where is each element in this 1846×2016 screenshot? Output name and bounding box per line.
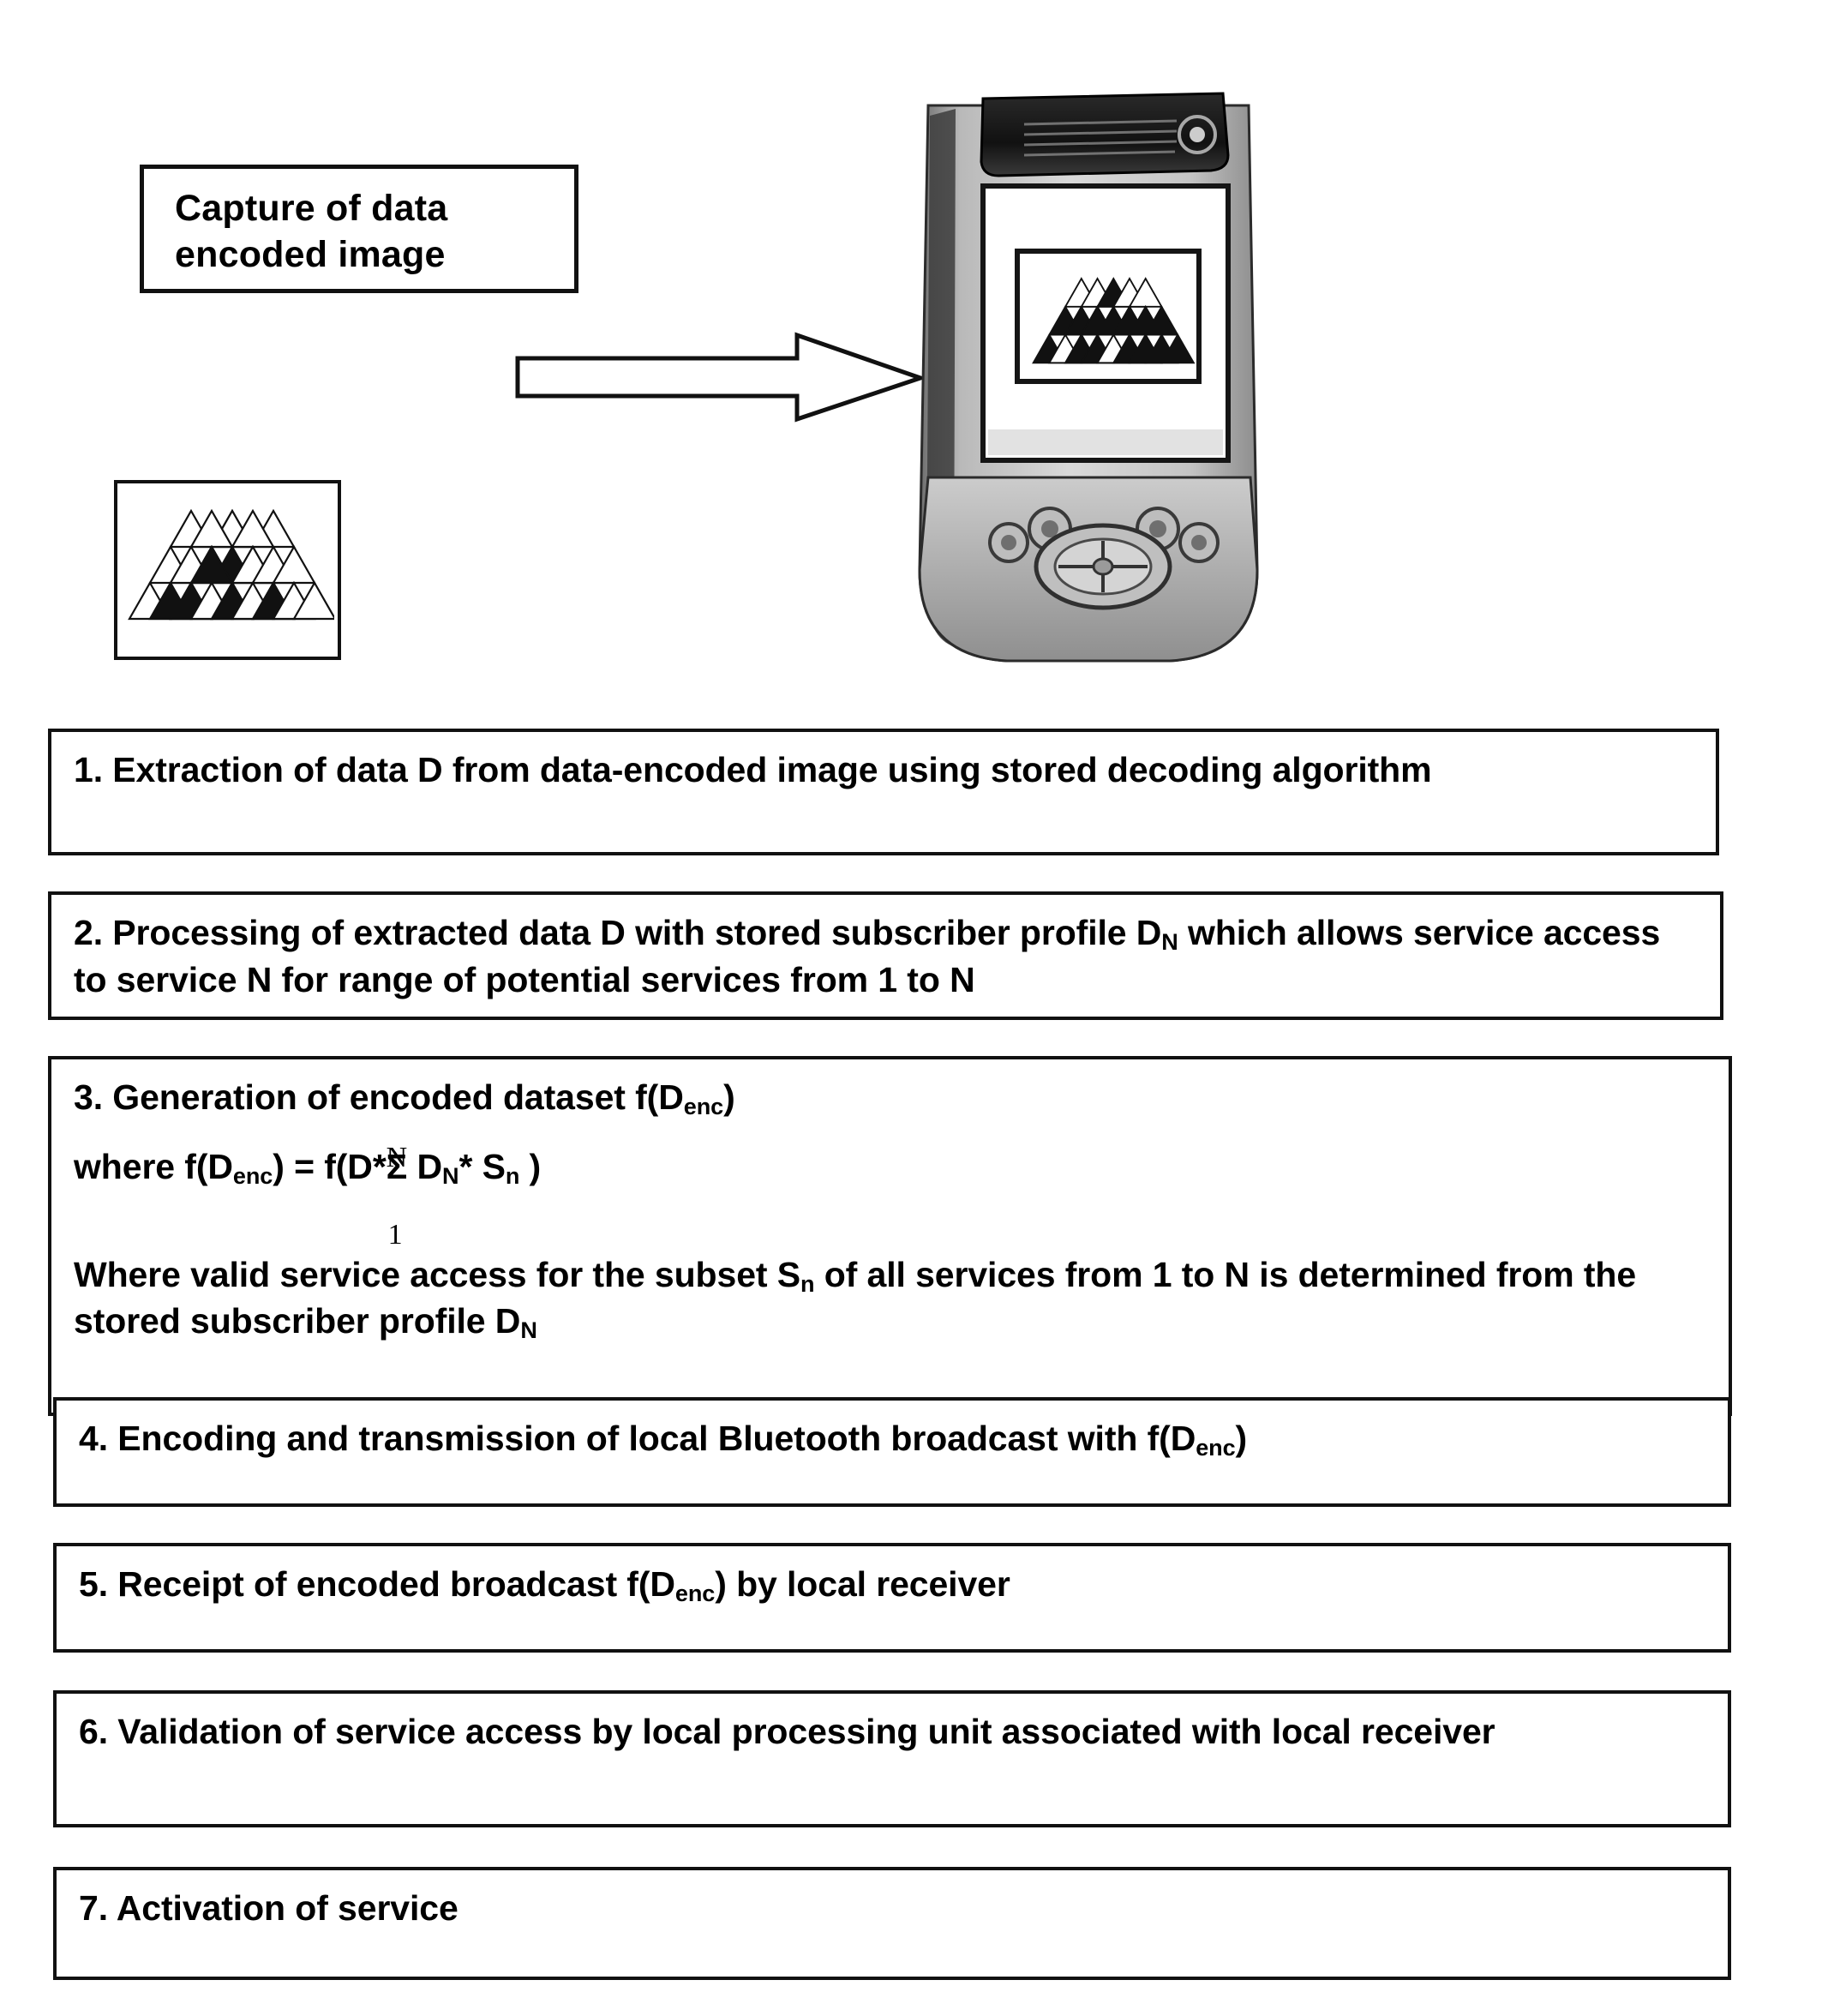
formula-close-paren: ): [519, 1146, 542, 1186]
formula-subscript-n-capital: N: [442, 1162, 459, 1189]
caption-box: Capture of data encoded image: [140, 165, 578, 293]
step-3-body-subscript-N: N: [520, 1317, 537, 1344]
step-box-4: 4. Encoding and transmission of local Bl…: [53, 1397, 1731, 1507]
step-6-text: 6. Validation of service access by local…: [79, 1712, 1495, 1751]
step-5-subscript-enc: enc: [674, 1580, 716, 1606]
step-box-2: 2. Processing of extracted data D with s…: [48, 891, 1723, 1020]
encoded-image-thumbnail-box: [114, 480, 341, 660]
caption-label: Capture of data encoded image: [175, 188, 448, 275]
step-7-text: 7. Activation of service: [79, 1888, 459, 1928]
step-box-3: 3. Generation of encoded dataset f(Denc)…: [48, 1056, 1732, 1416]
step-2-subscript-n: N: [1161, 928, 1178, 955]
step-5-text-suffix: ) by local receiver: [715, 1564, 1010, 1604]
step-3-heading-suffix: ): [723, 1077, 735, 1117]
step-5-text: 5. Receipt of encoded broadcast f(Denc) …: [79, 1562, 1709, 1609]
step-box-6: 6. Validation of service access by local…: [53, 1690, 1731, 1827]
formula-mid: ) = f(D*: [273, 1146, 387, 1186]
right-arrow-icon: [514, 330, 927, 424]
step-3-body: Where valid service access for the subse…: [74, 1252, 1710, 1346]
formula-star-s: * S: [459, 1146, 506, 1186]
illustration-area: Capture of data encoded image: [0, 0, 1846, 686]
step-box-5: 5. Receipt of encoded broadcast f(Denc) …: [53, 1543, 1731, 1653]
sigma-lower-limit: 1: [387, 1218, 403, 1251]
step-1-text: 1. Extraction of data D from data-encode…: [74, 750, 1432, 789]
step-4-text-suffix: ): [1235, 1419, 1248, 1458]
step-2-text-prefix: 2. Processing of extracted data D with s…: [74, 913, 1162, 952]
step-3-heading: 3. Generation of encoded dataset f(Denc): [74, 1075, 1710, 1122]
step-3-heading-prefix: 3. Generation of encoded dataset f(D: [74, 1077, 684, 1117]
step-4-text-prefix: 4. Encoding and transmission of local Bl…: [79, 1419, 1196, 1458]
step-3-formula: where f(Denc) = f(D* N 1 Σ DN* Sn ): [74, 1142, 1710, 1251]
step-2-text: 2. Processing of extracted data D with s…: [74, 910, 1701, 1002]
step-4-text: 4. Encoding and transmission of local Bl…: [79, 1416, 1709, 1463]
pda-device-photo: [904, 90, 1273, 673]
formula-subscript-enc: enc: [232, 1162, 273, 1189]
step-3-text: 3. Generation of encoded dataset f(Denc)…: [74, 1075, 1710, 1346]
formula-prefix: where f(D: [74, 1146, 233, 1186]
sigma-upper-limit: N: [386, 1141, 408, 1173]
formula-after-sigma: D: [407, 1146, 442, 1186]
step-5-text-prefix: 5. Receipt of encoded broadcast f(D: [79, 1564, 675, 1604]
step-3-body-prefix: Where valid service access for the subse…: [74, 1254, 800, 1294]
step-4-subscript-enc: enc: [1196, 1434, 1236, 1461]
formula-subscript-n-small: n: [505, 1162, 520, 1189]
step-box-1: 1. Extraction of data D from data-encode…: [48, 729, 1719, 855]
step-box-7: 7. Activation of service: [53, 1867, 1731, 1980]
step-3-body-subscript-n: n: [800, 1270, 815, 1297]
triangular-data-encoded-image: [128, 508, 334, 621]
step-3-heading-subscript: enc: [683, 1093, 724, 1119]
